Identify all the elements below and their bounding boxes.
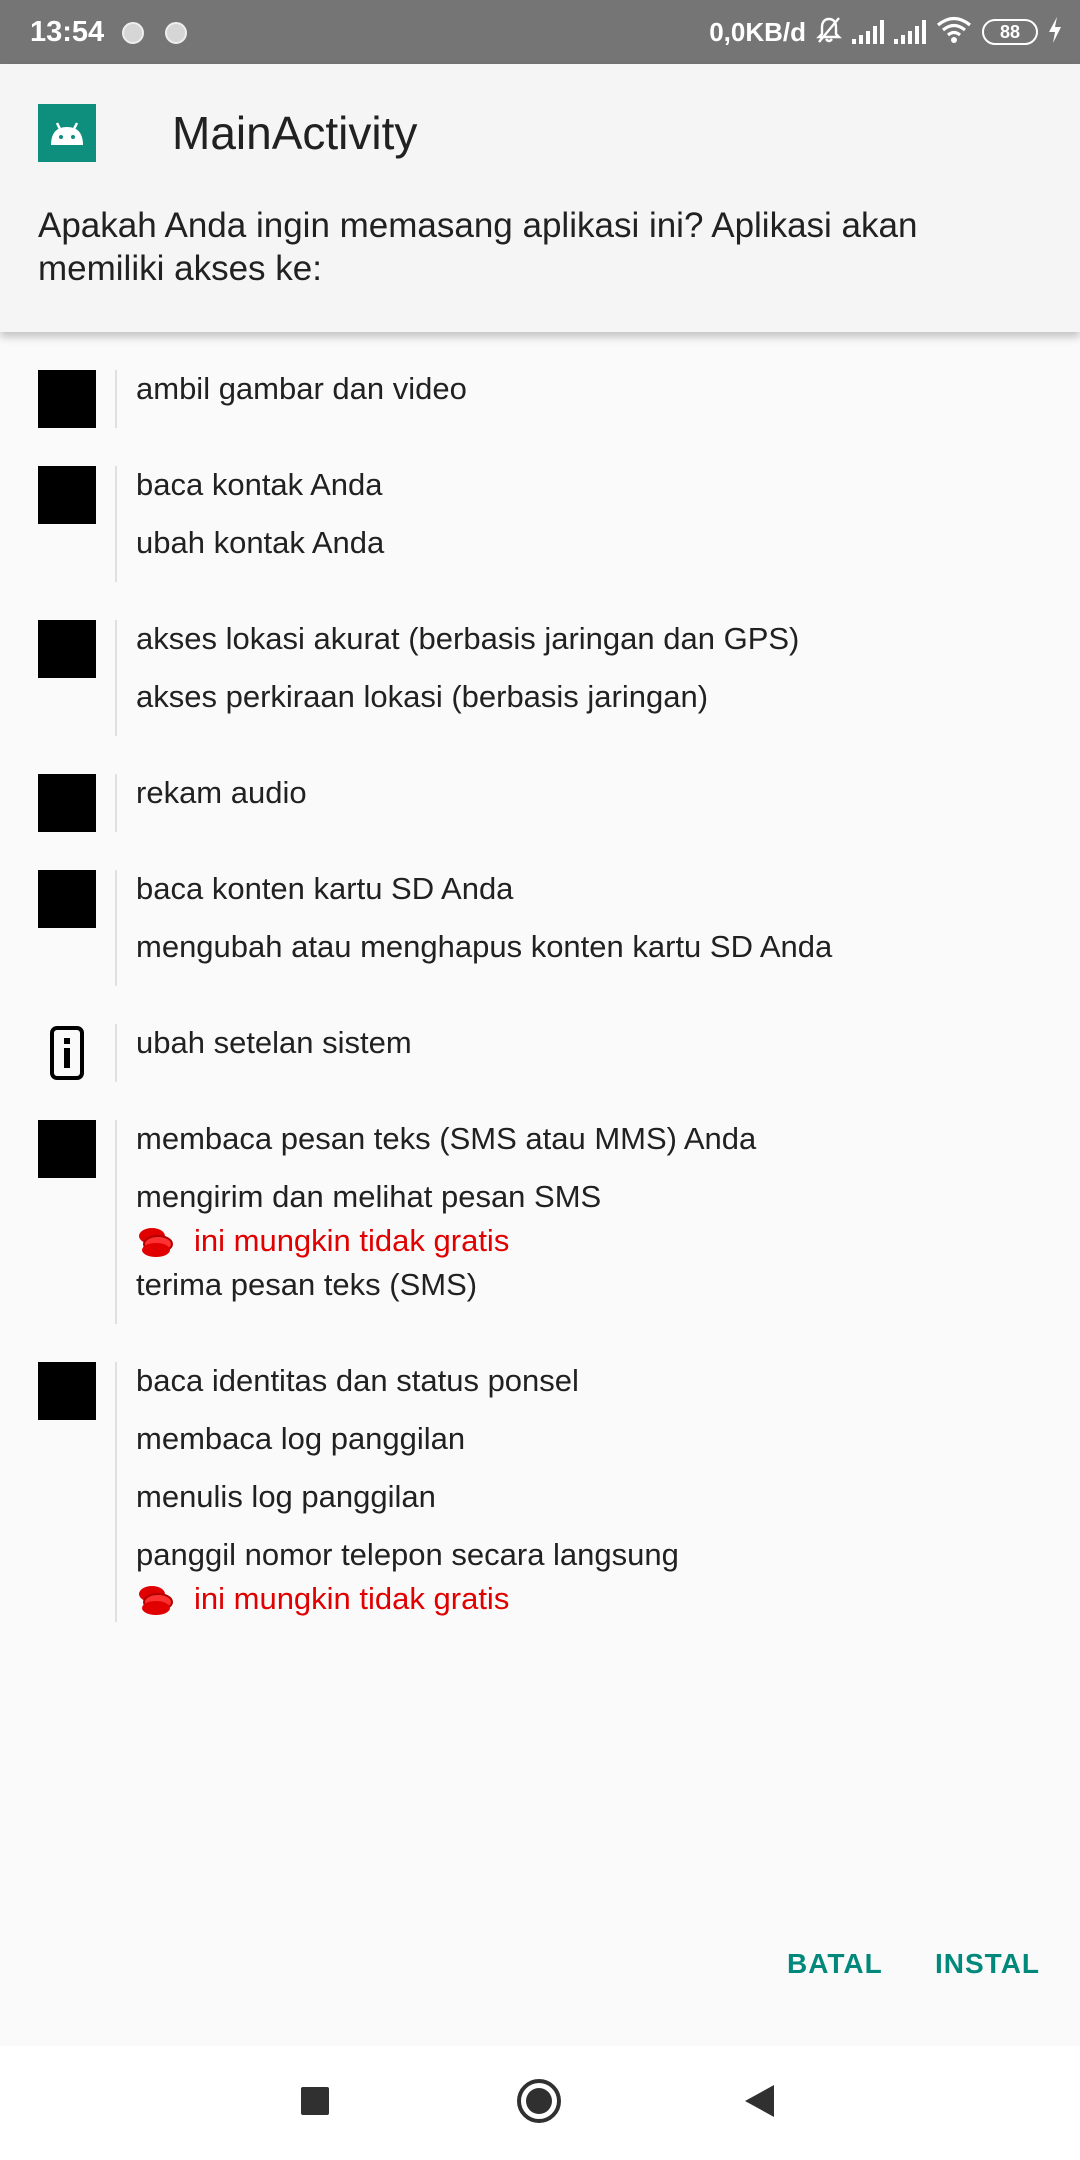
divider: [115, 774, 117, 832]
cancel-button[interactable]: BATAL: [787, 1940, 883, 1988]
back-triangle-icon: [745, 2085, 774, 2117]
permission-item: ubah kontak Anda: [136, 525, 385, 560]
permission-item: membaca pesan teks (SMS atau MMS) Anda: [136, 1121, 757, 1156]
app-title: MainActivity: [172, 107, 418, 159]
divider: [115, 870, 117, 986]
android-robot-icon: [51, 122, 83, 145]
wifi-icon: [936, 16, 972, 49]
permission-item: membaca log panggilan: [136, 1421, 466, 1456]
sms-icon: [38, 1120, 96, 1178]
permission-item: baca konten kartu SD Anda: [136, 871, 514, 906]
permission-item: terima pesan teks (SMS): [136, 1267, 478, 1302]
app-icon: [38, 104, 96, 162]
install-dialog-header: MainActivity Apakah Anda ingin memasang …: [0, 64, 1080, 332]
cost-warning: ini mungkin tidak gratis: [136, 1222, 1036, 1260]
permission-item: baca identitas dan status ponsel: [136, 1363, 579, 1398]
cost-warning-text: ini mungkin tidak gratis: [194, 1581, 510, 1616]
cost-warning: ini mungkin tidak gratis: [136, 1580, 1036, 1618]
signal-strength-icon: [852, 20, 884, 44]
divider: [115, 1362, 117, 1622]
divider: [115, 1120, 117, 1324]
home-button[interactable]: [514, 2076, 564, 2126]
contacts-icon: [38, 466, 96, 524]
permission-item: ubah setelan sistem: [136, 1025, 412, 1060]
phone-icon: [38, 1362, 96, 1420]
permission-item: ambil gambar dan video: [136, 371, 467, 406]
permission-item: baca kontak Anda: [136, 467, 383, 502]
permission-item: akses lokasi akurat (berbasis jaringan d…: [136, 621, 800, 656]
status-time: 13:54: [30, 16, 105, 48]
storage-icon: [38, 870, 96, 928]
location-icon: [38, 620, 96, 678]
back-button[interactable]: [734, 2076, 784, 2126]
install-button[interactable]: INSTAL: [935, 1940, 1040, 1988]
install-question: Apakah Anda ingin memasang aplikasi ini?…: [38, 206, 918, 288]
battery-icon: 88: [982, 19, 1038, 45]
microphone-icon: [38, 774, 96, 832]
permission-item: menulis log panggilan: [136, 1479, 436, 1514]
permission-item: mengubah atau menghapus konten kartu SD …: [136, 929, 833, 964]
home-circle-icon: [517, 2079, 561, 2123]
permission-item: panggil nomor telepon secara langsung: [136, 1537, 679, 1572]
divider: [115, 1024, 117, 1082]
settings-info-icon: [38, 1024, 96, 1082]
divider: [115, 620, 117, 736]
coins-icon: [136, 1222, 176, 1260]
permission-item: rekam audio: [136, 775, 307, 810]
notification-dot-icon: [122, 22, 144, 44]
status-indicators: 0,0KB/d 88: [709, 12, 1062, 52]
divider: [115, 466, 117, 582]
recents-button[interactable]: [290, 2076, 340, 2126]
navigation-bar: [0, 2046, 1080, 2160]
cost-warning-text: ini mungkin tidak gratis: [194, 1223, 510, 1258]
square-icon: [301, 2087, 329, 2115]
network-speed: 0,0KB/d: [709, 16, 806, 47]
camera-icon: [38, 370, 96, 428]
signal-strength-icon: [894, 20, 926, 44]
status-bar: 13:54 0,0KB/d 88: [0, 0, 1080, 64]
permission-item: mengirim dan melihat pesan SMS: [136, 1179, 602, 1214]
coins-icon: [136, 1580, 176, 1618]
charging-icon: [1048, 16, 1062, 48]
permission-item: akses perkiraan lokasi (berbasis jaringa…: [136, 679, 709, 714]
notification-dot-icon: [165, 22, 187, 44]
silent-bell-icon: [816, 16, 842, 49]
battery-level: 88: [999, 21, 1021, 42]
divider: [115, 370, 117, 428]
